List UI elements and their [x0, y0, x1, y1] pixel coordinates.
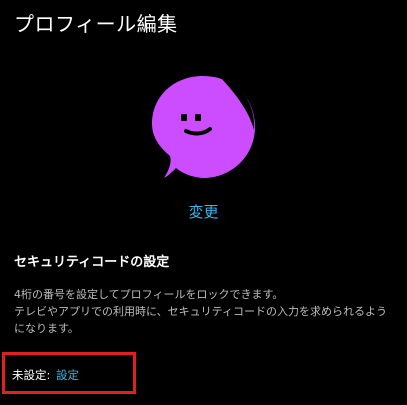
description-line-1: 4桁の番号を設定してプロフィールをロックできます。 [14, 288, 284, 301]
security-section-title: セキュリティコードの設定 [14, 255, 170, 270]
change-avatar-button[interactable]: 変更 [0, 201, 407, 222]
security-description: 4桁の番号を設定してプロフィールをロックできます。 テレビやアプリでの利用時に、… [14, 286, 396, 337]
description-line-2: テレビやアプリでの利用時に、セキュリティコードの入力を求められるようになります。 [14, 305, 388, 335]
avatar[interactable] [150, 74, 257, 181]
security-status-row: 未設定: 設定 [12, 367, 79, 383]
set-security-code-link[interactable]: 設定 [56, 368, 79, 382]
ghost-face-icon [152, 76, 255, 178]
status-label: 未設定: [12, 368, 51, 382]
page-title: プロフィール編集 [14, 12, 178, 36]
